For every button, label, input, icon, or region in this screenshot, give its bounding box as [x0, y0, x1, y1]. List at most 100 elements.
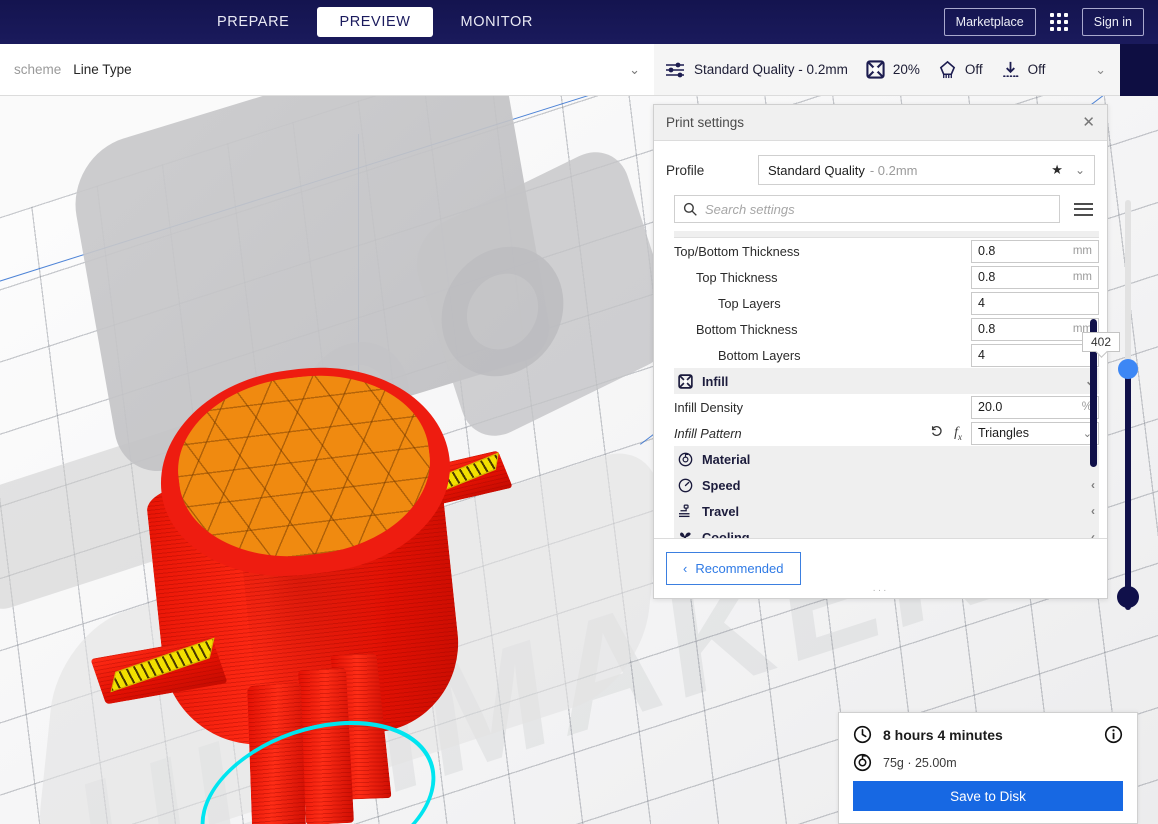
- setting-value-field[interactable]: 0.8 mm: [971, 317, 1099, 341]
- settings-category-cooling[interactable]: Cooling ‹: [674, 524, 1099, 538]
- setting-value-field[interactable]: 4: [971, 343, 1099, 367]
- setting-label: Bottom Layers: [718, 347, 801, 363]
- setting-row: Infill Pattern fx Triangles ⌄: [674, 420, 1099, 446]
- sliced-model[interactable]: [0, 44, 660, 824]
- profile-sublabel: - 0.2mm: [869, 162, 918, 178]
- recommended-button[interactable]: ‹ Recommended: [666, 552, 801, 585]
- infill-value: 20%: [892, 62, 920, 77]
- save-to-disk-button[interactable]: Save to Disk: [853, 781, 1123, 811]
- info-icon[interactable]: [1104, 725, 1123, 744]
- cura-application-window: ULTIMAKER PREPARE PREVIEW MONITOR: [0, 0, 1158, 824]
- setting-unit: mm: [1072, 245, 1092, 257]
- close-icon[interactable]: ✕: [1082, 115, 1095, 130]
- formula-icon[interactable]: fx: [954, 424, 962, 442]
- settings-category-speed[interactable]: Speed ‹: [674, 472, 1099, 498]
- category-label: Speed: [702, 477, 741, 493]
- setting-label: Top Thickness: [696, 269, 778, 285]
- settings-search-row: [654, 193, 1107, 231]
- adhesion-config[interactable]: Off: [1001, 60, 1046, 79]
- profile-row: Profile Standard Quality - 0.2mm ★ ⌄: [654, 141, 1107, 193]
- search-input[interactable]: [705, 201, 1051, 217]
- setting-value: 0.8: [978, 244, 996, 258]
- grid-apps-icon[interactable]: [1049, 13, 1068, 31]
- setting-value: 0.8: [978, 322, 996, 336]
- setting-row: Top Layers 4: [674, 290, 1099, 316]
- setting-label: Bottom Thickness: [696, 321, 798, 337]
- setting-value-field[interactable]: 20.0%: [971, 395, 1099, 419]
- sign-in-button[interactable]: Sign in: [1081, 8, 1144, 36]
- print-time-row: 8 hours 4 minutes: [853, 725, 1123, 744]
- print-setup-selector[interactable]: Standard Quality - 0.2mm 20% Off Off ⌄: [654, 44, 1120, 96]
- main-header: PREPARE PREVIEW MONITOR Marketplace Sign…: [0, 0, 1158, 44]
- chevron-left-icon[interactable]: ‹: [1091, 530, 1099, 538]
- panel-title: Print settings: [666, 115, 745, 130]
- setting-row: Bottom Thickness 0.8 mm: [674, 316, 1099, 342]
- sliders-icon: [664, 61, 686, 79]
- print-settings-header: Print settings ✕: [654, 105, 1107, 141]
- tab-preview[interactable]: PREVIEW: [317, 7, 433, 37]
- layer-view-slider[interactable]: 402: [1082, 200, 1146, 610]
- infill-icon: [866, 60, 885, 79]
- infill-icon: [674, 373, 696, 389]
- quality-config[interactable]: Standard Quality - 0.2mm: [664, 61, 848, 79]
- profile-name: Standard Quality: [768, 162, 865, 178]
- clock-icon: [853, 725, 872, 744]
- settings-list[interactable]: Top/Bottom Thickness 0.8 mm Top Thickness 0.…: [674, 231, 1099, 538]
- color-scheme-label: scheme: [14, 62, 62, 77]
- setting-row: Bottom Layers 4: [674, 342, 1099, 368]
- chevron-left-icon[interactable]: ‹: [1091, 478, 1099, 492]
- stage-tabs: PREPARE PREVIEW MONITOR: [195, 7, 555, 37]
- hamburger-icon[interactable]: [1072, 201, 1095, 218]
- search-box[interactable]: [674, 195, 1060, 223]
- category-label: Material: [702, 451, 751, 467]
- profile-label: Profile: [666, 162, 705, 178]
- chevron-down-icon[interactable]: ⌄: [1095, 62, 1110, 78]
- travel-icon: [674, 504, 696, 519]
- slider-value-tooltip: 402: [1082, 332, 1120, 352]
- setting-value: Triangles: [978, 426, 1029, 440]
- setting-value: 4: [978, 296, 985, 310]
- setting-row: Infill Density 20.0%: [674, 394, 1099, 420]
- support-config[interactable]: Off: [938, 60, 983, 79]
- setting-value-field[interactable]: 0.8 mm: [971, 239, 1099, 263]
- star-icon[interactable]: ★: [1051, 162, 1063, 178]
- setting-value-field[interactable]: 4: [971, 291, 1099, 315]
- adhesion-value: Off: [1027, 62, 1046, 77]
- material-value: 75g · 25.00m: [883, 755, 957, 770]
- color-scheme-value: Line Type: [73, 62, 132, 77]
- infill-config[interactable]: 20%: [866, 60, 920, 79]
- setting-value-field[interactable]: 0.8 mm: [971, 265, 1099, 289]
- settings-category-material[interactable]: Material‹: [674, 446, 1099, 472]
- chevron-down-icon[interactable]: ⌄: [1075, 163, 1085, 177]
- profile-dropdown[interactable]: Standard Quality - 0.2mm ★ ⌄: [758, 155, 1095, 185]
- tab-monitor[interactable]: MONITOR: [439, 7, 555, 37]
- setting-label: Infill Pattern: [674, 425, 742, 441]
- revert-icon[interactable]: [930, 424, 944, 442]
- settings-category-travel[interactable]: Travel ‹: [674, 498, 1099, 524]
- adhesion-icon: [1001, 60, 1020, 79]
- setting-unit: mm: [1072, 271, 1092, 283]
- header-right-strip: [1120, 44, 1158, 96]
- speedometer-icon: [674, 478, 696, 493]
- category-label: Cooling: [702, 529, 750, 539]
- print-settings-panel: Print settings ✕ Profile Standard Qualit…: [653, 104, 1108, 599]
- slider-track-fill: [1125, 372, 1131, 610]
- layer-bottom-handle[interactable]: [1117, 586, 1139, 608]
- setting-value-field[interactable]: Triangles ⌄: [971, 421, 1099, 445]
- panel-resize-grip[interactable]: ···: [873, 585, 889, 596]
- setting-value: 20.0: [978, 400, 1003, 414]
- layer-top-handle[interactable]: [1118, 359, 1138, 379]
- setting-value: 0.8: [978, 270, 996, 284]
- chevron-down-icon[interactable]: ⌄: [629, 62, 640, 78]
- material-row: 75g · 25.00m: [853, 753, 1123, 772]
- chevron-left-icon[interactable]: ‹: [1091, 504, 1099, 518]
- print-job-info-panel: 8 hours 4 minutes 75g · 25.00m Save to D…: [838, 712, 1138, 824]
- category-label: Infill: [702, 373, 729, 389]
- settings-category-infill[interactable]: Infill⌄: [674, 368, 1099, 394]
- setting-label: Top/Bottom Thickness: [674, 243, 800, 259]
- header-actions: Marketplace Sign in: [943, 8, 1144, 36]
- tab-prepare[interactable]: PREPARE: [195, 7, 311, 37]
- material-spool-icon: [853, 753, 872, 772]
- marketplace-button[interactable]: Marketplace: [943, 8, 1036, 36]
- color-scheme-bar[interactable]: scheme Line Type ⌄: [0, 44, 654, 96]
